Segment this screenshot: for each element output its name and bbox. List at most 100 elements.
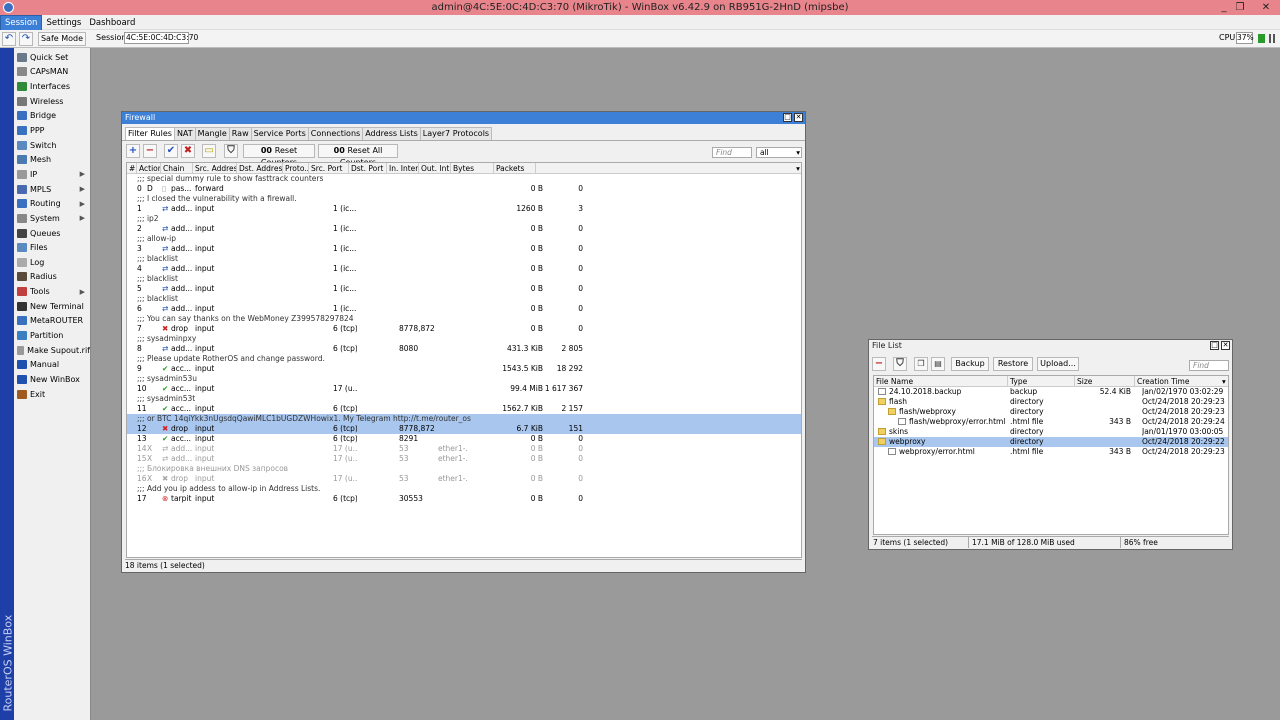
menu-dashboard[interactable]: Dashboard	[85, 16, 139, 30]
table-row[interactable]: 0 D ▯ pas... forward 0 B0	[127, 184, 801, 194]
column-header[interactable]: Proto...	[283, 163, 309, 174]
table-row[interactable]: 7 ✖drop input 6 (tcp) 8778,872... 0 B 0	[127, 324, 801, 334]
firewall-find-input[interactable]: Find	[712, 147, 752, 158]
filelist-titlebar[interactable]: File List □ ✕	[869, 340, 1232, 352]
rule-comment-row[interactable]: ;;; blacklist	[127, 254, 801, 264]
file-row[interactable]: webproxy/error.html .html file 343 B Oct/24…	[874, 447, 1228, 457]
filter-file-icon[interactable]: ⛉	[893, 357, 907, 371]
tab-filter-rules[interactable]: Filter Rules	[125, 127, 175, 140]
filelist-find-input[interactable]: Find	[1189, 360, 1229, 371]
session-field[interactable]: 4C:5E:0C:4D:C3:70	[124, 32, 198, 44]
file-row[interactable]: flash/webproxy/error.html .html file 343 B…	[874, 417, 1228, 427]
table-row[interactable]: 13 ✔ acc... input 6 (tcp) 8291 0 B 0	[127, 434, 801, 444]
column-chooser-icon[interactable]: ▾	[791, 163, 801, 174]
firewall-filter-select[interactable]: all ▾	[756, 147, 802, 158]
table-row[interactable]: 12 ✖drop input 6 (tcp) 8778,872... 6.7 KiB 151	[127, 424, 801, 434]
safe-mode-button[interactable]: Safe Mode	[38, 32, 86, 46]
column-header[interactable]: Out. Int...	[419, 163, 451, 174]
table-row[interactable]: 1 ⇄ add... input 1 (ic... 1260 B 3	[127, 204, 801, 214]
comment-icon[interactable]: ▭	[202, 144, 216, 158]
tab-address-lists[interactable]: Address Lists	[362, 127, 421, 140]
table-row[interactable]: 4 ⇄ add... input 1 (ic... 0 B 0	[127, 264, 801, 274]
tab-service-ports[interactable]: Service Ports	[250, 127, 309, 140]
firewall-close-button[interactable]: ✕	[794, 113, 803, 122]
table-row[interactable]: 2 ⇄ add... input 1 (ic... 0 B 0	[127, 224, 801, 234]
sidebar-item-queues[interactable]: Queues	[14, 226, 90, 241]
sidebar-item-new-terminal[interactable]: New Terminal	[14, 299, 90, 314]
maximize-button[interactable]: ❐	[1232, 0, 1248, 15]
rule-comment-row[interactable]: ;;; I closed the vulnerability with a fi…	[127, 194, 801, 204]
redo-button[interactable]: ↷	[19, 32, 33, 46]
menu-session[interactable]: Session	[0, 15, 43, 31]
sidebar-item-exit[interactable]: Exit	[14, 387, 90, 402]
file-column-chooser-icon[interactable]: ▾	[1220, 376, 1228, 387]
file-row[interactable]: flash directory Oct/24/2018 20:29:23	[874, 397, 1228, 407]
sidebar-item-switch[interactable]: Switch	[14, 138, 90, 153]
file-row[interactable]: webproxy directory Oct/24/2018 20:29:22	[874, 437, 1228, 447]
table-row[interactable]: 3 ⇄ add... input 1 (ic... 0 B 0	[127, 244, 801, 254]
filter-icon[interactable]: ⛉	[224, 144, 238, 158]
column-header[interactable]: Src. Port	[309, 163, 349, 174]
table-row[interactable]: 14X ⇄add...input 17 (u... 53 ether1-... 0 B 0	[127, 444, 801, 454]
rule-comment-row[interactable]: ;;; allow-ip	[127, 234, 801, 244]
column-header[interactable]: Chain	[161, 163, 193, 174]
column-header[interactable]: Dst. Address	[237, 163, 283, 174]
sidebar-item-new-winbox[interactable]: New WinBox	[14, 372, 90, 387]
file-row[interactable]: skins directory Jan/01/1970 03:00:05	[874, 427, 1228, 437]
table-row[interactable]: 6 ⇄ add... input 1 (ic... 0 B 0	[127, 304, 801, 314]
file-column-header[interactable]: File Name	[874, 376, 1008, 387]
column-header[interactable]: #	[127, 163, 137, 174]
sidebar-item-ip[interactable]: IP ▶	[14, 167, 90, 182]
minimize-button[interactable]: _	[1216, 0, 1232, 15]
filelist-maximize-button[interactable]: □	[1210, 341, 1219, 350]
column-header[interactable]: Dst. Port	[349, 163, 387, 174]
table-row[interactable]: 9 ✔ acc... input 1543.5 KiB 18 292	[127, 364, 801, 374]
tab-layer7-protocols[interactable]: Layer7 Protocols	[419, 127, 493, 140]
rule-comment-row[interactable]: ;;; or BTC 14qiYkk3nUgsdqQawiMLC1bUGDZWH…	[127, 414, 801, 424]
table-row[interactable]: 16X ✖drop input 17 (u... 53 ether1-... 0 B 0	[127, 474, 801, 484]
paste-icon[interactable]: ▤	[931, 357, 945, 371]
sidebar-item-metarouter[interactable]: MetaROUTER	[14, 314, 90, 329]
tab-raw[interactable]: Raw	[228, 127, 252, 140]
rule-comment-row[interactable]: ;;; special dummy rule to show fasttrack…	[127, 174, 801, 184]
restore-button[interactable]: Restore	[993, 357, 1033, 371]
sidebar-item-radius[interactable]: Radius	[14, 270, 90, 285]
firewall-titlebar[interactable]: Firewall □ ✕	[122, 112, 805, 124]
rule-comment-row[interactable]: ;;; Блокировка внешних DNS запросов	[127, 464, 801, 474]
sidebar-item-ppp[interactable]: PPP	[14, 123, 90, 138]
column-header[interactable]: Packets	[494, 163, 536, 174]
sidebar-item-quick-set[interactable]: Quick Set	[14, 50, 90, 65]
table-row[interactable]: 5 ⇄ add... input 1 (ic... 0 B 0	[127, 284, 801, 294]
sidebar-item-wireless[interactable]: Wireless	[14, 94, 90, 109]
upload-button[interactable]: Upload...	[1037, 357, 1079, 371]
tab-connections[interactable]: Connections	[307, 127, 364, 140]
sidebar-item-log[interactable]: Log	[14, 255, 90, 270]
table-row[interactable]: 8 ⇄ add... input 6 (tcp) 8080 431.3 KiB 2 805	[127, 344, 801, 354]
tab-mangle[interactable]: Mangle	[194, 127, 230, 140]
rule-comment-row[interactable]: ;;; sysadmin53t	[127, 394, 801, 404]
sidebar-item-files[interactable]: Files	[14, 240, 90, 255]
file-row[interactable]: 24.10.2018.backup backup 52.4 KiB Jan/02/19…	[874, 387, 1228, 397]
enable-icon[interactable]: ✔	[164, 144, 178, 158]
undo-button[interactable]: ↶	[2, 32, 16, 46]
sidebar-item-manual[interactable]: Manual	[14, 357, 90, 372]
sidebar-item-routing[interactable]: Routing ▶	[14, 196, 90, 211]
column-header[interactable]: Src. Address	[193, 163, 237, 174]
reset-all-counters-button[interactable]: 00 Reset All Counters	[318, 144, 398, 167]
menu-settings[interactable]: Settings	[42, 16, 85, 30]
sidebar-item-mesh[interactable]: Mesh	[14, 152, 90, 167]
column-header[interactable]: Action	[137, 163, 161, 174]
sidebar-item-interfaces[interactable]: Interfaces	[14, 79, 90, 94]
rule-comment-row[interactable]: ;;; You can say thanks on the WebMoney Z…	[127, 314, 801, 324]
filelist-close-button[interactable]: ✕	[1221, 341, 1230, 350]
remove-icon[interactable]: −	[143, 144, 157, 158]
table-row[interactable]: 11 ✔ acc... input 6 (tcp) 1562.7 KiB 2 157	[127, 404, 801, 414]
disable-icon[interactable]: ✖	[181, 144, 195, 158]
sidebar-item-make-supout-rif[interactable]: Make Supout.rif	[14, 343, 90, 358]
rule-comment-row[interactable]: ;;; ip2	[127, 214, 801, 224]
sidebar-item-capsman[interactable]: CAPsMAN	[14, 65, 90, 80]
rule-comment-row[interactable]: ;;; blacklist	[127, 294, 801, 304]
column-header[interactable]: In. Inter...	[387, 163, 419, 174]
rule-comment-row[interactable]: ;;; sysadmin53u	[127, 374, 801, 384]
sidebar-item-bridge[interactable]: Bridge	[14, 109, 90, 124]
